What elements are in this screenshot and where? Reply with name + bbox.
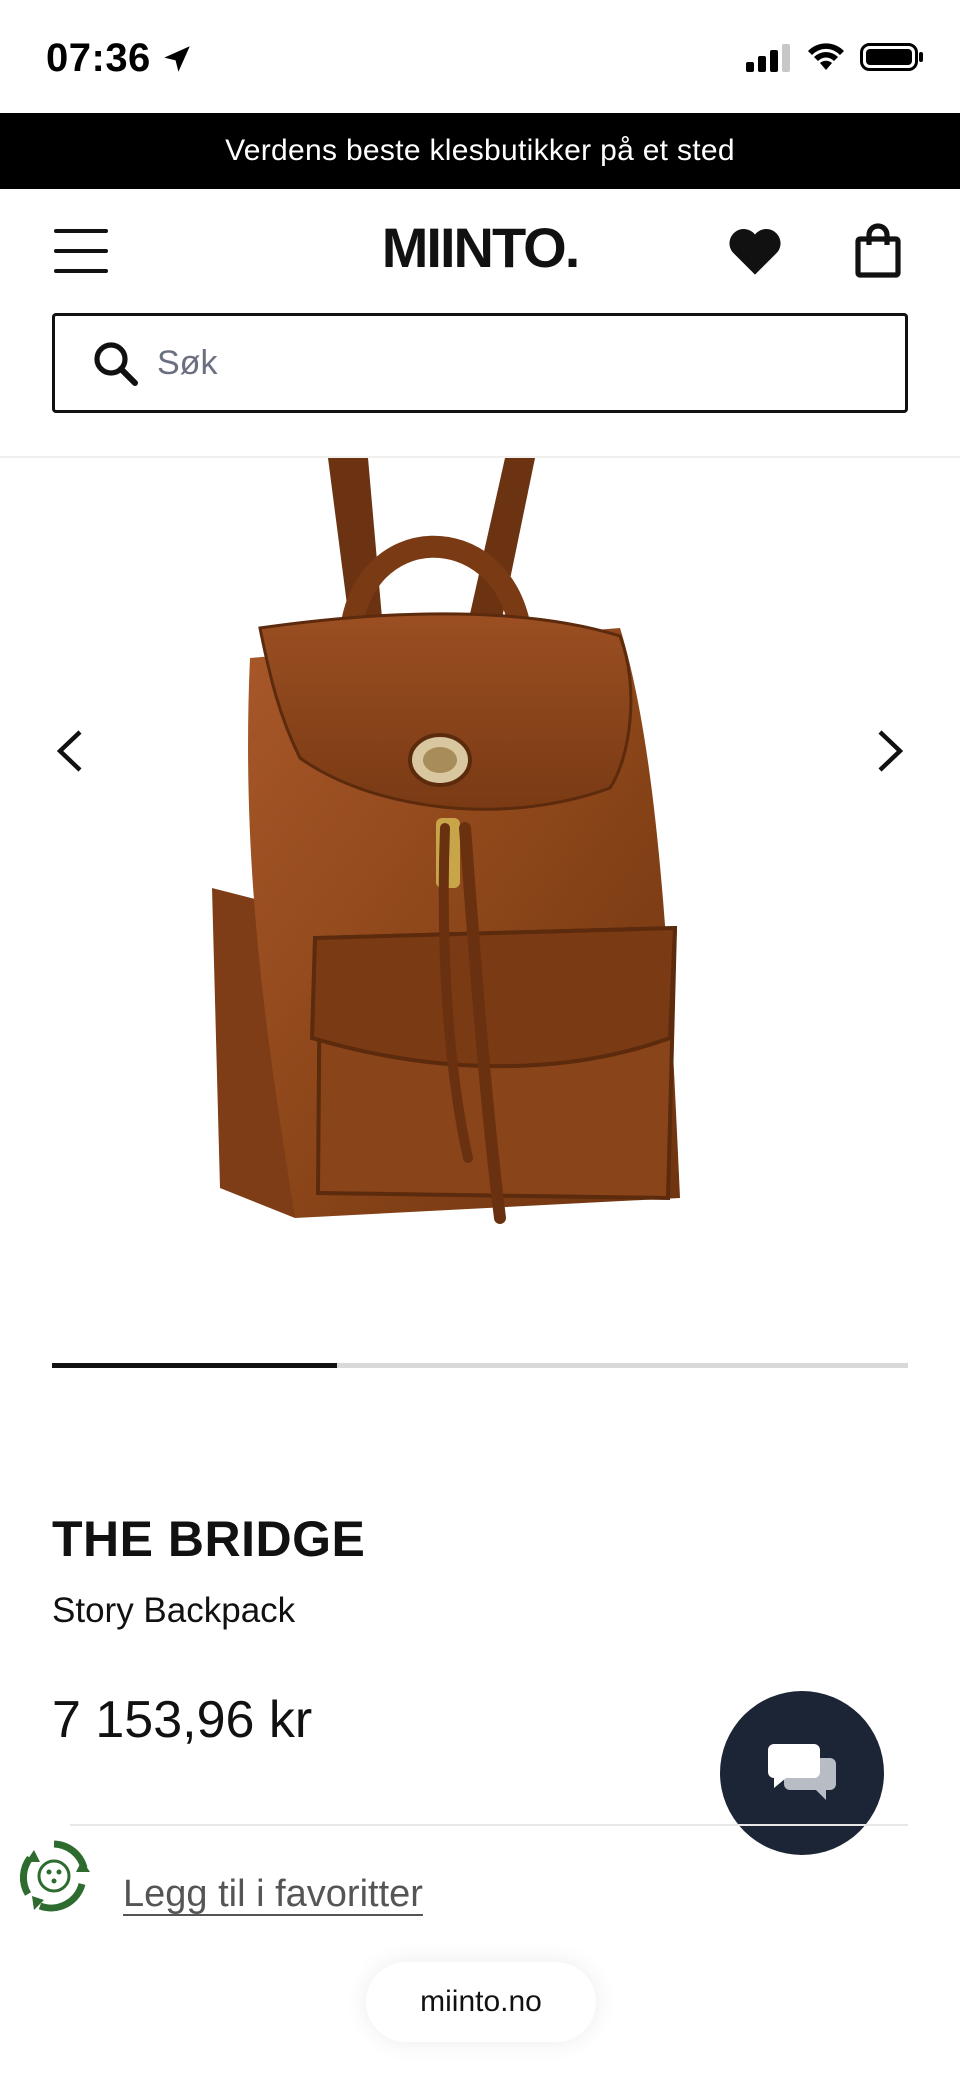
product-brand[interactable]: THE BRIDGE — [52, 1510, 365, 1568]
gallery-progress — [52, 1363, 908, 1368]
menu-icon[interactable] — [54, 229, 108, 273]
wifi-icon — [808, 43, 844, 70]
eco-recycle-icon[interactable] — [16, 1838, 92, 1914]
status-icons — [746, 42, 924, 72]
add-to-favorites-link[interactable]: Legg til i favoritter — [123, 1873, 423, 1916]
shopping-bag-icon[interactable] — [854, 223, 902, 279]
heart-icon[interactable] — [726, 225, 784, 277]
site-header: MIINTO. — [0, 189, 960, 309]
promo-banner[interactable]: Verdens beste klesbutikker på et sted — [0, 113, 960, 189]
section-divider — [70, 1824, 908, 1826]
product-price: 7 153,96 kr — [52, 1691, 313, 1749]
chevron-left-icon[interactable] — [54, 728, 84, 774]
logo: MIINTO. — [0, 215, 960, 280]
status-time: 07:36 — [46, 36, 151, 80]
logo-text[interactable]: MIINTO. — [382, 216, 581, 279]
product-image-backpack[interactable] — [200, 458, 780, 1238]
search-input[interactable] — [157, 343, 857, 383]
chevron-right-icon[interactable] — [876, 728, 906, 774]
gallery-progress-fill — [52, 1363, 338, 1368]
product-gallery[interactable] — [0, 458, 960, 1358]
search-icon — [94, 342, 138, 386]
cellular-signal-icon — [746, 44, 790, 72]
battery-icon — [860, 43, 923, 71]
product-name: Story Backpack — [52, 1591, 296, 1630]
browser-url-pill[interactable]: miinto.no — [366, 1962, 596, 2042]
search-bar — [52, 313, 908, 413]
chat-button[interactable] — [720, 1691, 884, 1855]
chat-icon — [768, 1744, 836, 1800]
status-bar: 07:36 — [0, 0, 960, 113]
location-arrow-icon — [164, 46, 190, 72]
